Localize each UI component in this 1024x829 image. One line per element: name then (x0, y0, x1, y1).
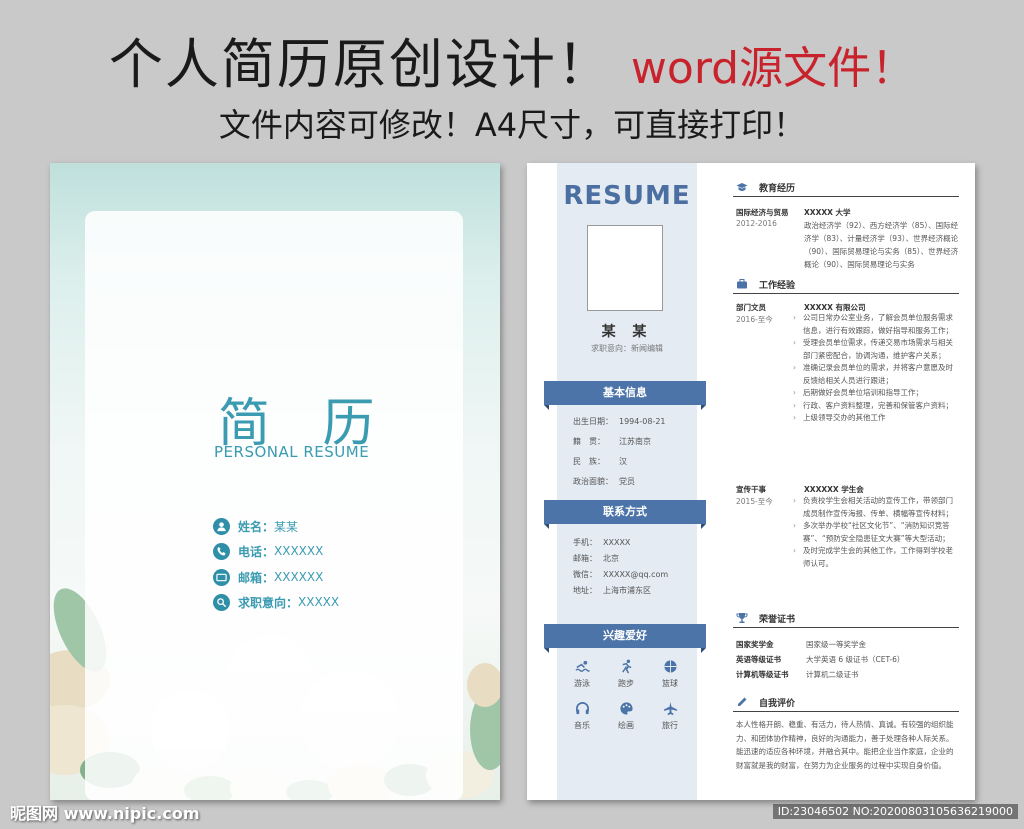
hobby-item: 旅行 (647, 701, 693, 731)
job-company: XXXXXX 学生会 (804, 485, 864, 494)
resume-page: RESUME 某 某 求职意向：新闻编辑 基本信息 出生日期： 1994-08-2… (527, 163, 975, 800)
headline-subtitle: 文件内容可修改！A4尺寸，可直接打印！ (218, 106, 806, 144)
headline-red: word源文件！ (630, 43, 916, 94)
cover-page: 简 历 PERSONAL RESUME 姓名： 某某 电话： XXXXXX 邮箱： X… (50, 163, 500, 800)
phone-icon (213, 542, 230, 560)
cover-field-email: 邮箱： XXXXXX (213, 567, 323, 587)
ribbon-contact: 联系方式 (544, 500, 706, 529)
search-icon (213, 593, 230, 611)
mail-icon (213, 568, 230, 586)
hobby-item: 音乐 (559, 701, 605, 731)
edu-dates: 2012-2016 (736, 219, 777, 228)
hobby-item: 游泳 (559, 659, 605, 689)
job-role: 部门文员 (736, 303, 766, 312)
duty-item: 上级领导交办的其他工作 (791, 412, 959, 425)
duty-item: 受理会员单位需求，传递交易市场需求与相关部门紧密配合，协调沟通，维护客户关系； (791, 337, 959, 362)
job-duties: 负责校学生会相关活动的宣传工作，带领部门成员制作宣传海报、传单、横幅等宣传材料；… (791, 495, 959, 570)
contact-row: 手机： XXXXX (573, 538, 631, 547)
duty-item: 行政、客户资料整理，完善和保管客户资料； (791, 400, 959, 413)
edu-school: XXXXX 大学 (804, 208, 851, 217)
pencil-icon (738, 697, 747, 706)
person-icon (213, 517, 230, 535)
job-duties: 公司日常办公室业务，了解会员单位服务需求信息，进行有效跟踪，做好指导和服务工作；… (791, 312, 959, 425)
job-role: 宣传干事 (736, 485, 766, 494)
hobby-item: 跑步 (603, 659, 649, 689)
watermark-right: ID:23046502 NO:20200803105636219000 (772, 804, 1018, 819)
basic-row: 政治面貌： 党员 (573, 477, 635, 486)
contact-row: 微信： XXXXX@qq.com (573, 570, 669, 579)
honor-row: 计算机等级证书 计算机二级证书 (736, 670, 859, 679)
section-work: 工作经验 (733, 277, 959, 294)
job-dates: 2015-至今 (736, 497, 773, 506)
hobby-item: 绘画 (603, 701, 649, 731)
watermark-left: 昵图网 www.nipic.com (10, 804, 200, 823)
section-honors: 荣誉证书 (733, 611, 959, 628)
cover-field-intent: 求职意向： XXXXX (213, 592, 339, 612)
duty-item: 多次举办学校“社区文化节”、“消防知识竞答赛”、“预防安全隐患征文大赛”等大型活… (791, 520, 959, 545)
duty-item: 公司日常办公室业务，了解会员单位服务需求信息，进行有效跟踪，做好指导和服务工作； (791, 312, 959, 337)
contact-row: 地址： 上海市浦东区 (573, 586, 651, 595)
basic-row: 民 族：汉 (573, 457, 627, 466)
basketball-icon (663, 660, 677, 673)
headline-title: 个人简历原创设计！ (108, 33, 613, 96)
duty-item: 后期做好会员单位培训和指导工作； (791, 387, 959, 400)
headline: 个人简历原创设计！ word源文件！ (0, 20, 1024, 99)
honor-row: 英语等级证书 大学英语 6 级证书（CET-6） (736, 655, 905, 664)
plane-icon (663, 701, 677, 716)
basic-row: 籍 贯： 江苏南京 (573, 437, 651, 446)
cover-field-phone: 电话： XXXXXX (213, 541, 323, 561)
ribbon-hobbies: 兴趣爱好 (544, 624, 706, 653)
hobby-item: 篮球 (647, 659, 693, 689)
honor-row: 国家奖学金 国家级一等奖学金 (736, 640, 866, 649)
edu-courses: 政治经济学（92）、西方经济学（85）、国际经济学（83）、计量经济学（93）、… (804, 221, 959, 269)
basic-row: 出生日期： 1994-08-21 (573, 417, 666, 426)
graduation-cap-icon (736, 183, 748, 191)
resume-name: 某 某 (601, 324, 653, 340)
photo-placeholder (587, 225, 663, 311)
duty-item: 负责校学生会相关活动的宣传工作，带领部门成员制作宣传海报、传单、横幅等宣传材料； (791, 495, 959, 520)
duty-item: 及时完成学生会的其他工作，工作得到学校老师认可。 (791, 545, 959, 570)
duty-item: 准确记录会员单位的需求，并将客户意愿及时反馈给相关人员进行跟进； (791, 362, 959, 387)
cover-subtitle: PERSONAL RESUME (214, 443, 370, 461)
job-dates: 2016-至今 (736, 315, 773, 324)
swim-icon (574, 660, 590, 672)
briefcase-icon (737, 279, 747, 289)
contact-row: 邮箱： 北京 (573, 554, 619, 563)
run-icon (621, 659, 631, 674)
section-education: 教育经历 (733, 180, 959, 197)
trophy-icon (736, 613, 748, 623)
palette-icon (619, 702, 633, 715)
edu-major: 国际经济与贸易 (736, 208, 789, 217)
self-eval-text: 本人性格开朗、稳重、有活力，待人热情、真诚。有较强的组织能力、和团体协作精神，良… (736, 720, 954, 770)
headphones-icon (575, 702, 589, 715)
cover-field-name: 姓名： 某某 (213, 516, 298, 536)
section-self-eval: 自我评价 (733, 695, 959, 712)
cover-panel (85, 211, 463, 800)
resume-title: RESUME (563, 181, 691, 211)
ribbon-basic-info: 基本信息 (544, 381, 706, 410)
resume-intent: 求职意向：新闻编辑 (591, 344, 663, 353)
